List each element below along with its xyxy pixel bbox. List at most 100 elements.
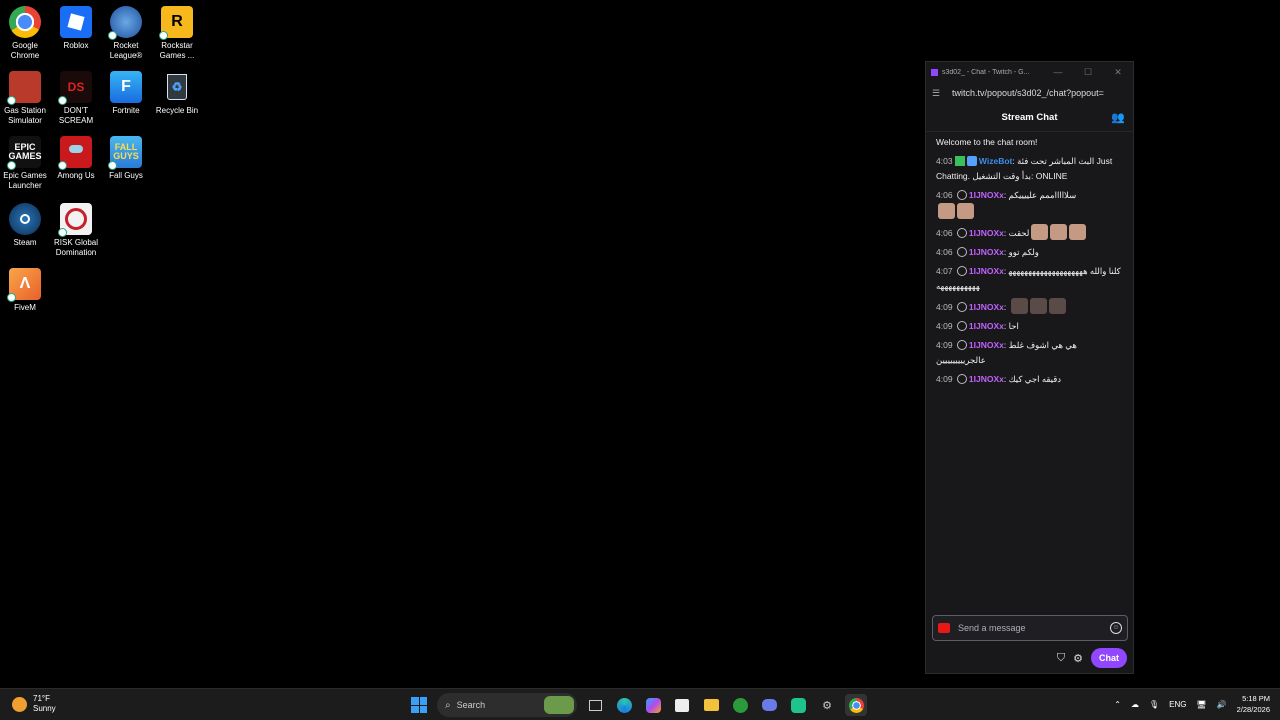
language-indicator[interactable]: ENG (1169, 700, 1186, 709)
community-users-icon[interactable]: 👥 (1111, 111, 1125, 124)
desktop-icon-chrome[interactable]: Google Chrome (0, 6, 50, 61)
taskbar: 71°F Sunny ⌕ Search ⚙ ⌃ ☁ 🎙 ENG 🖥 🔊 5:18… (0, 688, 1280, 720)
site-settings-icon[interactable]: ☰ (932, 88, 944, 99)
user-badge-icon (956, 321, 967, 331)
shield-icon[interactable]: ⛉ (1057, 651, 1065, 665)
chat-message: 4:09 1IJNOXx: احا (936, 321, 1019, 331)
message-text: دقيقه اجي كيك (1008, 374, 1062, 384)
message-text: لحقت (1008, 228, 1030, 238)
android-app-icon[interactable] (787, 694, 809, 716)
desktop-icon-label: FiveM (14, 303, 36, 312)
roblox-icon (60, 6, 92, 38)
twitch-chat-window: s3d02_ - Chat - Twitch - G... — ☐ ✕ ☰ tw… (925, 61, 1134, 674)
message-user[interactable]: 1IJNOXx (969, 247, 1004, 257)
chrome-taskbar-icon[interactable] (845, 694, 867, 716)
url-text: twitch.tv/popout/s3d02_/chat?popout= (952, 88, 1104, 98)
chat-input[interactable]: Send a message ☺ (932, 615, 1128, 641)
window-titlebar[interactable]: s3d02_ - Chat - Twitch - G... — ☐ ✕ (926, 62, 1133, 82)
settings-app-icon[interactable]: ⚙ (816, 694, 838, 716)
chat-send-button[interactable]: Chat (1091, 648, 1127, 668)
copilot-icon[interactable] (642, 694, 664, 716)
search-label: Search (456, 700, 486, 710)
chat-input-placeholder: Send a message (958, 623, 1026, 633)
microsoft-store-icon[interactable] (671, 694, 693, 716)
message-user[interactable]: 1IJNOXx (969, 302, 1004, 312)
chat-message: 4:09 1IJNOXx: هي هي اشوف غلط عالجريييييي… (936, 340, 1077, 365)
fortnite-icon: F (110, 71, 142, 103)
start-windows-icon[interactable] (408, 694, 430, 716)
desktop-icon-dont-scream[interactable]: DS DON'T SCREAM (51, 71, 101, 126)
onedrive-icon[interactable]: ☁ (1131, 700, 1139, 709)
desktop-icon-label: Among Us (57, 171, 95, 180)
desktop-icon-rockstar[interactable]: R Rockstar Games ... (152, 6, 202, 61)
settings-gear-icon[interactable]: ⚙ (1073, 652, 1083, 665)
maximize-icon[interactable]: ☐ (1073, 67, 1103, 78)
network-icon[interactable]: 🖥 (1197, 700, 1207, 709)
search-highlight-image (544, 696, 574, 714)
message-user[interactable]: 1IJNOXx (969, 340, 1004, 350)
message-user[interactable]: 1IJNOXx (969, 266, 1004, 276)
microphone-icon[interactable]: 🎙 (1149, 700, 1159, 709)
message-time: 4:09 (936, 302, 953, 312)
emote-icon (957, 203, 974, 219)
close-icon[interactable]: ✕ (1103, 67, 1133, 78)
edge-icon[interactable] (613, 694, 635, 716)
message-user[interactable]: 1IJNOXx (969, 374, 1004, 384)
chat-message: 4:07 1IJNOXx: كلنا والله ههههههههههههههه… (936, 266, 1121, 291)
desktop-icon-fortnite[interactable]: F Fortnite (101, 71, 151, 116)
taskbar-apps: ⌕ Search ⚙ (408, 693, 867, 717)
xbox-icon[interactable] (729, 694, 751, 716)
message-time: 4:09 (936, 321, 953, 331)
message-user[interactable]: 1IJNOXx (969, 190, 1004, 200)
emoji-picker-icon[interactable]: ☺ (1110, 622, 1122, 634)
desktop-icon-roblox[interactable]: Roblox (51, 6, 101, 51)
message-time: 4:06 (936, 190, 953, 200)
desktop-icon-label: DON'T SCREAM (58, 106, 94, 125)
user-badge-icon (956, 228, 967, 238)
desktop-icon-among-us[interactable]: Among Us (51, 136, 101, 181)
taskbar-search[interactable]: ⌕ Search (437, 693, 577, 717)
clock[interactable]: 5:18 PM 2/28/2026 (1237, 693, 1270, 715)
system-tray: ⌃ ☁ 🎙 ENG 🖥 🔊 5:18 PM 2/28/2026 (1114, 693, 1270, 715)
desktop-icon-risk[interactable]: RISK Global Domination (51, 203, 101, 258)
message-time: 4:07 (936, 266, 953, 276)
address-bar[interactable]: ☰ twitch.tv/popout/s3d02_/chat?popout= (926, 82, 1133, 104)
dont-scream-icon: DS (58, 71, 92, 105)
message-user[interactable]: 1IJNOXx (969, 321, 1004, 331)
desktop-icon-recycle-bin[interactable]: ♻ Recycle Bin (152, 71, 202, 116)
chat-footer: ⛉ ⚙ Chat (1057, 648, 1127, 668)
weather-widget[interactable]: 71°F Sunny (12, 694, 56, 714)
task-view-icon[interactable] (584, 694, 606, 716)
message-time: 4:09 (936, 374, 953, 384)
desktop-icon-fivem[interactable]: Λ FiveM (0, 268, 50, 313)
message-user[interactable]: WizeBot (979, 156, 1012, 166)
twitch-icon (931, 68, 938, 76)
bot-badge-icon (966, 156, 977, 166)
desktop-icon-label: Gas Station Simulator (4, 106, 46, 125)
desktop-icon-rocket-league[interactable]: Rocket League® (101, 6, 151, 61)
message-text: سلاااااممم علييييكم (1008, 190, 1077, 200)
message-user[interactable]: 1IJNOXx (969, 228, 1004, 238)
user-badge-icon (956, 247, 967, 257)
chevron-up-icon[interactable]: ⌃ (1114, 700, 1121, 709)
emote-icon (1069, 224, 1087, 240)
chat-message: 4:06 1IJNOXx: ولكم توو (936, 247, 1039, 257)
emote-icon (1010, 298, 1028, 314)
user-badge-icon (956, 340, 967, 350)
camera-icon[interactable] (938, 623, 950, 633)
desktop-icon-label: Google Chrome (10, 41, 40, 60)
desktop-icon-epic-games[interactable]: EPIC GAMES Epic Games Launcher (0, 136, 50, 191)
file-explorer-icon[interactable] (700, 694, 722, 716)
desktop-icon-steam[interactable]: Steam (0, 203, 50, 248)
minimize-icon[interactable]: — (1043, 67, 1073, 77)
desktop-icon-label: Epic Games Launcher (3, 171, 47, 190)
user-badge-icon (956, 266, 967, 276)
volume-icon[interactable]: 🔊 (1217, 700, 1227, 709)
weather-desc: Sunny (33, 704, 56, 713)
discord-icon[interactable] (758, 694, 780, 716)
desktop-icon-label: Steam (13, 238, 37, 247)
desktop-icon-gas-station[interactable]: Gas Station Simulator (0, 71, 50, 126)
chat-message: 4:03 WizeBot: البث المباشر تحت فئة Just … (936, 156, 1113, 181)
among-us-icon (58, 136, 92, 170)
desktop-icon-fall-guys[interactable]: FALL GUYS Fall Guys (101, 136, 151, 181)
